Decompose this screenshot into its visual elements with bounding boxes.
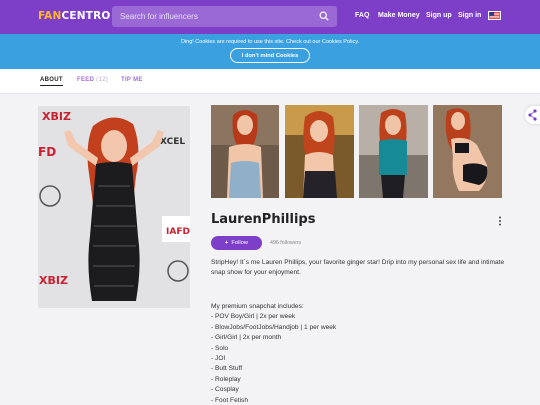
premium-content-list: My premium snapchat includes: - POV Boy/… [211,302,507,405]
thumbnail-image [211,105,279,198]
thumbnail-image [285,105,354,198]
profile-photo-image: XBIZ FD XBIZ XCEL IAFD [38,106,190,308]
logo-xbiz-bottom: XBIZ [39,274,68,287]
list-intro: My premium snapchat includes: [211,303,304,310]
more-options-icon[interactable] [498,216,502,226]
follow-button[interactable]: + Follow [211,236,262,250]
follow-label: Follow [231,240,249,246]
thumbnail-image [359,105,428,198]
nav-make-money-link[interactable]: Make Money [378,12,420,19]
list-item: - BlowJobs/FootJobs/Handjob | 1 per week [211,323,337,331]
tab-about[interactable]: ABOUT [40,77,63,86]
list-item: - Butt Stuff [211,365,243,373]
search-icon[interactable] [319,11,329,21]
followers-count: 496 followers [270,240,302,246]
gallery-thumbnail[interactable] [211,105,279,198]
profile-name: LaurenPhillips [211,212,316,227]
logo-xbiz-top: XBIZ [42,110,71,123]
list-item: - Cosplay [211,386,239,394]
list-item: - POV Boy/Girl | 2x per week [211,313,296,321]
profile-tabs: ABOUT FEED (12) TIP ME [0,69,540,94]
nav-sign-up-link[interactable]: Sign up [426,12,452,19]
logo-centro-text: CENTRO [61,10,111,22]
thumbnail-image [433,105,502,198]
share-button[interactable] [525,106,540,124]
gallery-thumbnail[interactable] [359,105,428,198]
cookie-banner: Ding! Cookies are required to use this s… [0,34,540,69]
logo-fd: FD [38,145,56,159]
logo-fan-text: FAN [38,10,62,22]
tab-tip-me[interactable]: TIP ME [121,77,143,83]
fancentro-logo[interactable]: FANCENTRO [38,10,111,22]
gallery-thumbnail[interactable] [285,105,354,198]
us-flag-icon[interactable] [488,11,501,20]
gallery-thumbnail[interactable] [433,105,502,198]
tab-feed[interactable]: FEED (12) [77,77,108,83]
logo-iafd: IAFD [166,227,190,237]
list-item: - Girl/Girl | 2x per month [211,334,282,342]
search-box [112,6,337,27]
accept-cookies-button[interactable]: I don't mind Cookies [230,48,310,63]
nav-sign-in-link[interactable]: Sign in [458,12,481,19]
search-input[interactable] [112,6,312,27]
profile-bio: StripHey! It`s me Lauren Phillips, your … [211,259,505,277]
nav-faq-link[interactable]: FAQ [355,12,369,19]
list-item: - Solo [211,344,229,352]
plus-icon: + [224,240,229,246]
logo-xcel: XCEL [160,137,185,147]
tab-feed-label: FEED [77,77,95,83]
top-nav-bar: FANCENTRO FAQ Make Money Sign up Sign in [0,0,540,34]
share-icon [528,109,537,121]
list-item: - JOI [211,355,226,363]
tab-feed-count: (12) [96,77,109,83]
list-item: - Foot Fetish [211,396,249,404]
list-item: - Roleplay [211,375,241,383]
cookie-message: Ding! Cookies are required to use this s… [180,39,360,45]
profile-photo[interactable]: XBIZ FD XBIZ XCEL IAFD [38,106,190,308]
